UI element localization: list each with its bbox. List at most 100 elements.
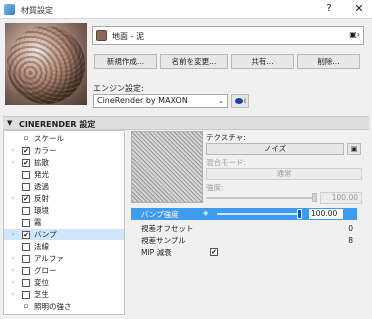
- channel-checkbox[interactable]: ✔: [22, 231, 30, 239]
- texture-select-button[interactable]: ノイズ: [206, 143, 344, 155]
- engine-eye-icon: [235, 98, 243, 104]
- texture-menu-icon[interactable]: ▣: [347, 143, 361, 155]
- collapse-triangle-icon: ▼: [7, 119, 13, 127]
- channel-item[interactable]: 透過: [4, 181, 124, 192]
- channel-item[interactable]: › 芝生: [4, 289, 124, 300]
- channel-label: 照明の強さ: [34, 302, 72, 311]
- expand-arrow-icon[interactable]: ›: [12, 253, 14, 264]
- bump-slider-track[interactable]: [217, 213, 301, 215]
- bump-link-icon: ◈: [203, 209, 209, 217]
- channel-checkbox[interactable]: [22, 183, 30, 191]
- channel-item[interactable]: 霧: [4, 217, 124, 228]
- channel-checkbox[interactable]: ✔: [22, 159, 30, 167]
- expand-arrow-icon[interactable]: ›: [12, 229, 14, 240]
- channel-item[interactable]: 法線: [4, 241, 124, 252]
- channel-checkbox[interactable]: [22, 219, 30, 227]
- expand-arrow-icon[interactable]: ›: [12, 277, 14, 288]
- strength-slider-thumb[interactable]: [312, 193, 317, 202]
- engine-value: CineRender by MAXON: [97, 96, 188, 105]
- expand-arrow-icon[interactable]: ›: [12, 289, 14, 300]
- chevron-down-icon: ⌄: [218, 97, 224, 105]
- channel-checkbox[interactable]: [22, 255, 30, 263]
- channel-label: アルファ: [34, 254, 64, 263]
- bump-strength-row[interactable]: バンプ強度 ◈ 100.00: [131, 208, 357, 220]
- channel-checkbox[interactable]: [22, 267, 30, 275]
- channel-item[interactable]: › グロー: [4, 265, 124, 276]
- expand-arrow-icon[interactable]: ›: [12, 265, 14, 276]
- help-button[interactable]: ?: [322, 3, 336, 14]
- strength-value-field[interactable]: 100.00: [320, 192, 362, 204]
- channel-item[interactable]: › ✔ カラー: [4, 145, 124, 156]
- channel-checkbox[interactable]: [22, 243, 30, 251]
- close-button[interactable]: ✕: [352, 2, 366, 15]
- channel-icon: ▫: [23, 134, 29, 142]
- engine-info-button[interactable]: i: [231, 94, 249, 108]
- channel-label: グロー: [34, 266, 57, 275]
- expand-arrow-icon[interactable]: ›: [12, 193, 14, 204]
- material-menu-icon[interactable]: ▣›: [349, 30, 360, 39]
- channel-label: カラー: [34, 146, 57, 155]
- channel-checkbox[interactable]: [22, 171, 30, 179]
- parallax-samples-value[interactable]: 8: [348, 235, 353, 246]
- texture-label: テクスチャ:: [206, 133, 246, 142]
- material-name: 地面 - 泥: [112, 32, 144, 41]
- channel-label: 発光: [34, 170, 49, 179]
- channel-label: 芝生: [34, 290, 49, 299]
- channel-checkbox[interactable]: ✔: [22, 147, 30, 155]
- channel-item[interactable]: ▫ 照明の強さ: [4, 301, 124, 312]
- parallax-offset-label: 視差オフセット: [141, 224, 194, 233]
- channel-item[interactable]: › 変位: [4, 277, 124, 288]
- delete-button[interactable]: 削除...: [297, 54, 360, 69]
- channel-label: 拡散: [34, 158, 49, 167]
- parallax-offset-value[interactable]: 0: [348, 223, 353, 234]
- share-button[interactable]: 共有...: [231, 54, 294, 69]
- channel-item[interactable]: › ✔ 反射: [4, 193, 124, 204]
- bump-slider-thumb[interactable]: [297, 209, 302, 219]
- channel-item[interactable]: › ✔ 拡散: [4, 157, 124, 168]
- mip-falloff-checkbox[interactable]: ✔: [210, 248, 218, 256]
- channel-label: 変位: [34, 278, 49, 287]
- channel-label: バンプ: [34, 230, 57, 239]
- cinerender-section-header[interactable]: ▼ CINERENDER 設定: [3, 116, 369, 130]
- expand-arrow-icon[interactable]: ›: [12, 145, 14, 156]
- material-preview: [5, 23, 87, 105]
- channel-label: 反射: [34, 194, 49, 203]
- strength-slider-track[interactable]: [206, 197, 316, 199]
- mip-falloff-label: MIP 減衰: [141, 248, 172, 257]
- channel-item[interactable]: › アルファ: [4, 253, 124, 264]
- title-bar: 材質設定 ? ✕: [0, 0, 372, 19]
- mip-falloff-row: MIP 減衰 ✔: [131, 247, 357, 258]
- engine-select[interactable]: CineRender by MAXON ⌄: [93, 94, 228, 108]
- channel-item[interactable]: ▫ スケール: [4, 133, 124, 144]
- parallax-samples-label: 視差サンプル: [141, 236, 186, 245]
- channel-checkbox[interactable]: [22, 207, 30, 215]
- preview-sphere: [7, 26, 85, 104]
- channel-label: 霧: [34, 218, 42, 227]
- expand-arrow-icon[interactable]: ›: [12, 157, 14, 168]
- texture-thumbnail: [131, 131, 203, 203]
- bump-value-field[interactable]: 100.00: [309, 209, 343, 219]
- material-swatch: [96, 30, 107, 41]
- parallax-samples-row: 視差サンプル 8: [131, 235, 357, 246]
- channel-checkbox[interactable]: [22, 291, 30, 299]
- rename-button[interactable]: 名前を変更...: [160, 54, 228, 69]
- channel-label: スケール: [34, 134, 64, 143]
- strength-label: 強度:: [206, 183, 224, 192]
- engine-label: エンジン設定:: [93, 84, 144, 93]
- info-icon: i: [244, 97, 246, 105]
- channel-item[interactable]: 環境: [4, 205, 124, 216]
- new-material-button[interactable]: 新規作成...: [94, 54, 157, 69]
- channel-item[interactable]: 発光: [4, 169, 124, 180]
- window-title: 材質設定: [21, 6, 53, 15]
- material-selector[interactable]: 地面 - 泥 ▣›: [92, 26, 364, 45]
- channel-item[interactable]: › ✔ バンプ: [4, 229, 124, 240]
- channel-label: 透過: [34, 182, 49, 191]
- channel-checkbox[interactable]: [22, 279, 30, 287]
- mix-mode-select[interactable]: 通常: [206, 168, 362, 180]
- section-title: CINERENDER 設定: [19, 120, 96, 129]
- channel-checkbox[interactable]: ✔: [22, 195, 30, 203]
- bump-row-end: [344, 208, 357, 220]
- parallax-offset-row: 視差オフセット 0: [131, 223, 357, 234]
- app-icon: [4, 4, 15, 15]
- channel-icon: ▫: [23, 302, 29, 310]
